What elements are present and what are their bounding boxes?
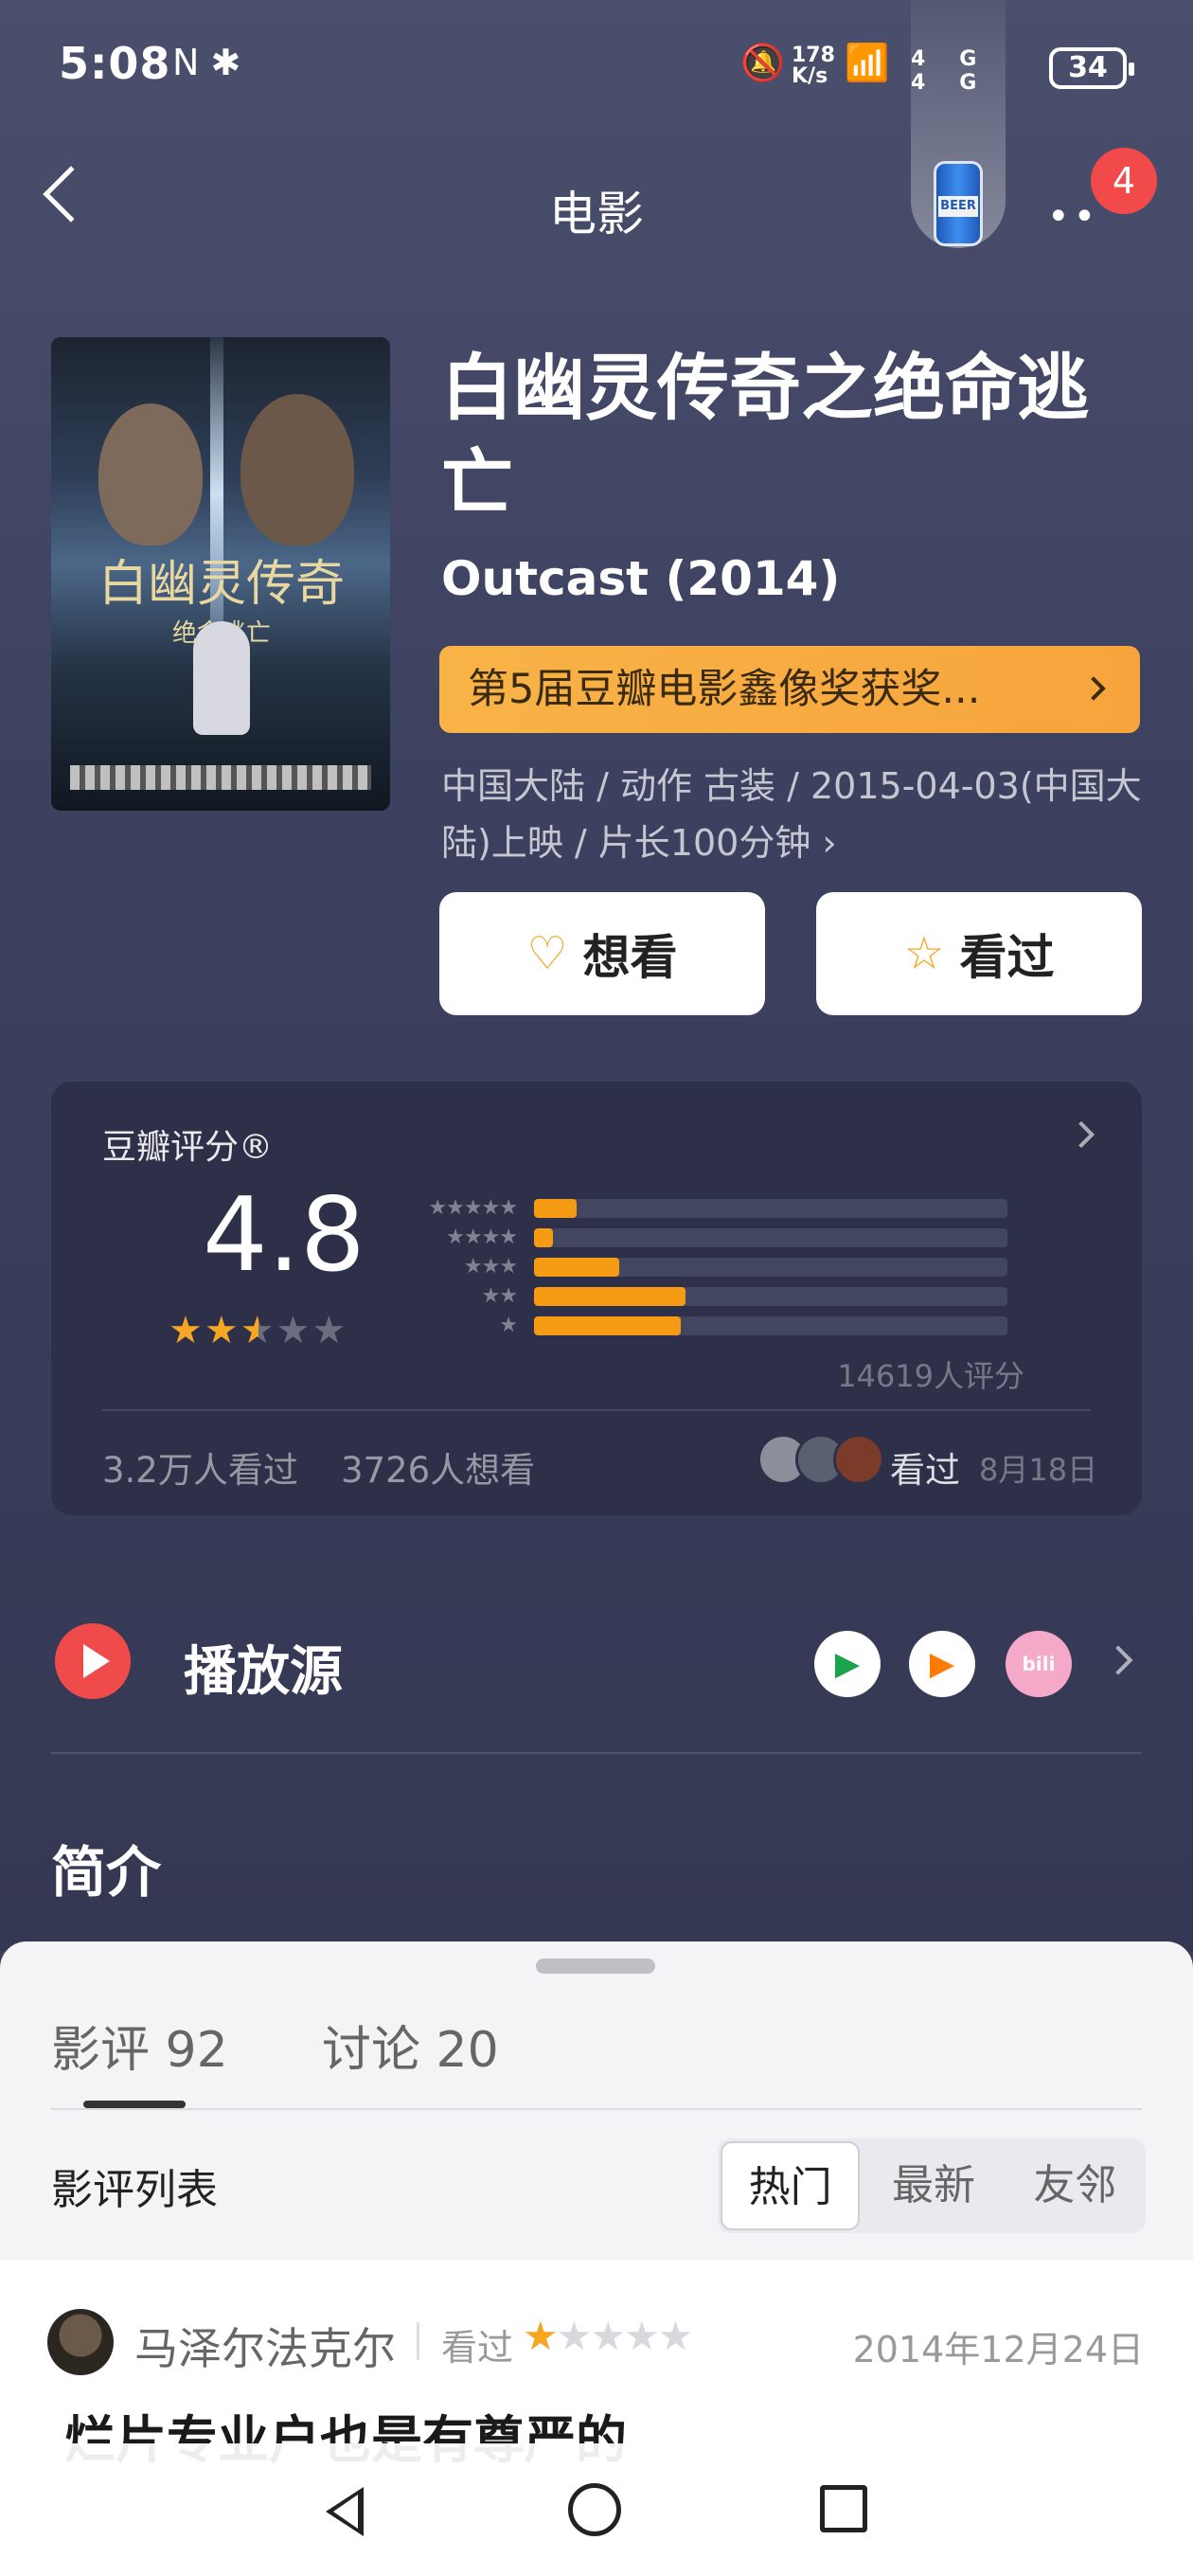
network-speed: 178 K/s <box>792 44 835 88</box>
more-options-icon[interactable]: •• <box>1047 195 1099 239</box>
rating-bar-track <box>534 1198 1007 1218</box>
watched-count[interactable]: 3.2万人看过 <box>102 1441 298 1493</box>
movie-meta[interactable]: 中国大陆 / 动作 古装 / 2015-04-03(中国大陆)上映 / 片长10… <box>441 758 1161 871</box>
rating-card[interactable]: 豆瓣评分® 4.8 ★★★★★ ★★★★★ ★★★★ ★★★ ★★ ★ 14619人评分… <box>51 1082 1142 1515</box>
star-icon: ★ <box>276 1309 312 1352</box>
rating-bar-fill <box>534 1227 553 1247</box>
nav-back-icon[interactable] <box>326 2487 364 2536</box>
rating-bar-stars: ★★★★★ <box>428 1196 518 1220</box>
avatar <box>833 1434 884 1485</box>
nav-recents-icon[interactable] <box>820 2485 867 2532</box>
mute-bell-icon: 🔕 <box>740 42 786 83</box>
chevron-right-icon[interactable] <box>1067 1120 1095 1149</box>
battery-indicator: 34 <box>1049 47 1134 89</box>
page-title: 电影 <box>549 187 644 242</box>
rating-bar-fill <box>534 1315 681 1335</box>
movie-title-cn: 白幽灵传奇之绝命逃亡 <box>441 346 1089 525</box>
rating-bar-fill <box>534 1257 619 1277</box>
rating-bar-fill <box>534 1198 577 1218</box>
movie-title-en: Outcast (2014) <box>441 551 841 606</box>
star-icon: ★ <box>523 2313 559 2359</box>
rating-distribution: ★★★★★ ★★★★ ★★★ ★★ ★ <box>411 1193 1007 1340</box>
rating-bar-track <box>534 1286 1007 1306</box>
review-list-title: 影评列表 <box>51 2166 218 2214</box>
poster-credits <box>70 765 371 790</box>
poster-figure-right <box>240 394 354 546</box>
rating-bar-fill <box>534 1286 686 1306</box>
star-icon: ★ <box>623 2313 660 2359</box>
chevron-right-icon <box>1081 676 1106 701</box>
rating-bar-stars: ★ <box>499 1314 518 1337</box>
sort-latest[interactable]: 最新 <box>865 2141 1001 2230</box>
intro-heading: 简介 <box>51 1840 162 1905</box>
star-icon: ★ <box>204 1309 240 1352</box>
bilibili-icon[interactable]: bili <box>1006 1631 1072 1697</box>
nav-home-icon[interactable] <box>568 2483 621 2536</box>
notification-badge: 4 <box>1091 148 1157 214</box>
poster-title: 白幽灵传奇 <box>98 556 345 613</box>
want-to-watch-button[interactable]: ♡ 想看 <box>439 892 765 1015</box>
rating-bar-row: ★★ <box>411 1281 1007 1311</box>
rating-bar-stars: ★★★★ <box>446 1225 518 1249</box>
seen-label: 看过 <box>959 930 1055 985</box>
tencent-video-icon[interactable]: ▶ <box>814 1631 881 1697</box>
rating-bar-stars: ★★ <box>481 1284 518 1308</box>
friend-avatars[interactable] <box>757 1434 884 1485</box>
divider <box>51 1752 1142 1754</box>
review-stars: ★★★★★ <box>523 2313 694 2359</box>
play-icon[interactable] <box>55 1623 131 1699</box>
rating-bar-row: ★★★★ <box>411 1223 1007 1252</box>
rating-bar-track <box>534 1227 1007 1247</box>
star-outline-icon: ☆ <box>903 927 945 980</box>
wish-count[interactable]: 3726人想看 <box>341 1441 535 1493</box>
youku-icon[interactable]: ▶ <box>909 1631 975 1697</box>
review-date: 2014年12月24日 <box>852 2329 1144 2370</box>
rating-bar-track <box>534 1257 1007 1277</box>
rating-label: 豆瓣评分® <box>102 1128 274 1167</box>
sort-hot[interactable]: 热门 <box>721 2141 861 2230</box>
star-icon: ★ <box>169 1309 205 1352</box>
star-icon: ★ <box>312 1309 348 1352</box>
rating-bar-stars: ★★★ <box>463 1255 518 1279</box>
award-text: 第5届豆瓣电影鑫像奖获奖... <box>468 666 981 713</box>
rating-bar-track <box>534 1315 1007 1335</box>
sort-friends[interactable]: 友邻 <box>1007 2141 1143 2230</box>
avatar[interactable] <box>47 2309 114 2375</box>
movie-poster[interactable]: 白幽灵传奇 绝命逃亡 <box>51 337 390 811</box>
rating-score: 4.8 <box>203 1176 365 1295</box>
drag-handle[interactable] <box>536 1959 655 1974</box>
want-label: 想看 <box>582 930 678 985</box>
tab-reviews[interactable]: 影评 92 <box>51 2010 228 2081</box>
star-icon: ★ <box>240 1309 276 1352</box>
divider <box>417 2322 419 2360</box>
divider <box>102 1409 1091 1411</box>
sort-segmented-control: 热门 最新 友邻 <box>718 2138 1146 2233</box>
tab-discussions[interactable]: 讨论 20 <box>322 2010 499 2081</box>
wifi-icon: 📶 <box>845 42 890 83</box>
status-left-icons: N ✱ <box>172 42 241 83</box>
star-icon: ★ <box>556 2313 593 2359</box>
rating-bar-row: ★ <box>411 1311 1007 1340</box>
rating-bar-row: ★★★ <box>411 1252 1007 1281</box>
beer-can-icon[interactable]: BEER <box>934 161 983 246</box>
star-icon: ★ <box>590 2313 626 2359</box>
play-source-label[interactable]: 播放源 <box>184 1629 343 1706</box>
status-time: 5:08 <box>59 38 171 89</box>
rating-bar-row: ★★★★★ <box>411 1193 1007 1223</box>
heart-plus-icon: ♡ <box>526 927 568 980</box>
system-nav-bar <box>0 2443 1193 2576</box>
award-banner[interactable]: 第5届豆瓣电影鑫像奖获奖... <box>439 646 1140 733</box>
tab-indicator <box>83 2101 186 2108</box>
review-status: 看过 <box>441 2327 514 2369</box>
poster-figure-center <box>193 621 250 735</box>
friend-date: 8月18日 <box>979 1452 1098 1488</box>
review-author[interactable]: 马泽尔法克尔 <box>134 2315 396 2377</box>
divider <box>51 2108 1142 2110</box>
rating-stars: ★★★★★ <box>169 1309 347 1352</box>
watched-button[interactable]: ☆ 看过 <box>816 892 1142 1015</box>
friend-status: 看过 <box>890 1450 960 1491</box>
poster-figure-left <box>98 403 203 546</box>
star-icon: ★ <box>657 2313 694 2359</box>
rating-count: 14619人评分 <box>837 1358 1024 1394</box>
